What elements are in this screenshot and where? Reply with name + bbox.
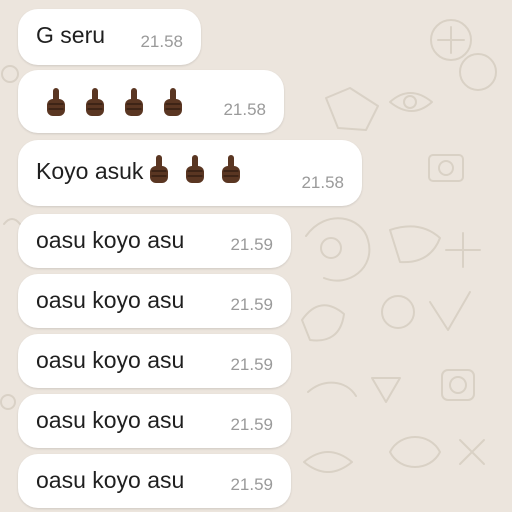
message-bubble[interactable]: oasu koyo asu 21.59 [18, 214, 291, 268]
message-text: oasu koyo asu [36, 227, 185, 253]
message-bubble[interactable]: oasu koyo asu 21.59 [18, 394, 291, 448]
message-timestamp: 21.58 [140, 32, 183, 51]
message-bubble[interactable]: oasu koyo asu 21.59 [18, 274, 291, 328]
message-bubble[interactable]: oasu koyo asu 21.59 [18, 454, 291, 508]
middle-finger-emoji-icon [222, 155, 241, 183]
message-timestamp: 21.59 [230, 475, 273, 494]
message-text: oasu koyo asu [36, 347, 185, 373]
message-bubble[interactable]: G seru 21.58 [18, 9, 201, 65]
message-bubble[interactable]: Koyo asuk 21.58 [18, 140, 362, 206]
message-timestamp: 21.59 [230, 235, 273, 254]
middle-finger-emoji-icon [47, 88, 65, 116]
message-text: oasu koyo asu [36, 467, 185, 493]
middle-finger-emoji-icon [150, 155, 169, 183]
message-timestamp: 21.58 [301, 173, 344, 192]
message-text: G seru [36, 22, 106, 48]
message-bubble[interactable]: oasu koyo asu 21.59 [18, 334, 291, 388]
message-timestamp: 21.59 [230, 295, 273, 314]
message-timestamp: 21.59 [230, 355, 273, 374]
middle-finger-emoji-icon [125, 88, 143, 116]
message-text-content: Koyo asuk [36, 158, 144, 184]
chat-message-list[interactable]: G seru 21.58 21.58 Koyo asuk 21.58 oasu … [0, 0, 512, 512]
message-text: Koyo asuk [36, 153, 243, 187]
middle-finger-emoji-icon [186, 155, 205, 183]
emoji-group [44, 86, 185, 120]
middle-finger-emoji-icon [164, 88, 182, 116]
emoji-group [147, 153, 243, 187]
message-text: oasu koyo asu [36, 407, 185, 433]
middle-finger-emoji-icon [86, 88, 104, 116]
message-bubble[interactable]: 21.58 [18, 70, 284, 133]
message-text: oasu koyo asu [36, 287, 185, 313]
message-timestamp: 21.58 [223, 100, 266, 119]
message-timestamp: 21.59 [230, 415, 273, 434]
